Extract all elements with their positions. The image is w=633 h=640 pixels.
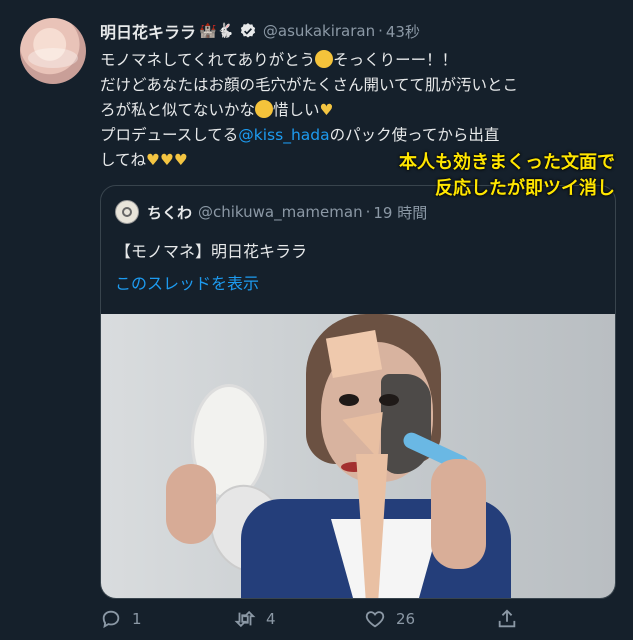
reply-count: 1 (132, 610, 142, 628)
text-segment: プロデュースしてる (100, 126, 239, 144)
separator-dot: · (378, 22, 383, 40)
quoted-photo[interactable] (101, 314, 615, 598)
tweet-line-1: モノマネしてくれてありがとう そっくりーー！！ (100, 48, 620, 73)
reply-icon (102, 610, 120, 629)
quoted-avatar (115, 200, 139, 224)
reply-button[interactable]: 1 (100, 608, 142, 630)
yellow-heart-emoji-icon: ♥ (319, 101, 334, 119)
quoted-time: 19 時間 (373, 203, 428, 222)
heart-icon (365, 611, 385, 628)
caption-line-2: 反応したが即ツイ消し (435, 178, 615, 199)
quoted-handle: @chikuwa_mameman (198, 203, 363, 221)
forehead-patch (325, 329, 383, 379)
verified-badge-icon (240, 23, 256, 38)
text-segment: そっくりーー！！ (333, 51, 458, 69)
face-shadow (381, 374, 431, 474)
text-segment: ろが私と似てないかな (100, 101, 256, 119)
share-button[interactable] (496, 608, 518, 630)
right-eye (379, 394, 399, 406)
right-hand (431, 459, 486, 569)
tweet-line-4: プロデュースしてる@kiss_hadaのパック使ってから出直 (100, 123, 620, 148)
text-segment: してね (100, 151, 147, 169)
tweet-header: 明日花キララ 🏰🐇 @asukakiraran · 43秒 (100, 18, 420, 44)
tweet[interactable]: 明日花キララ 🏰🐇 @asukakiraran · 43秒 モノマネしてくれてあ… (0, 0, 633, 640)
like-count: 26 (396, 610, 416, 628)
left-eye (339, 394, 359, 406)
action-bar: 1 4 26 (100, 606, 620, 636)
author-name[interactable]: 明日花キララ (100, 19, 196, 43)
show-thread-link[interactable]: このスレッドを表示 (115, 270, 259, 294)
retweet-count: 4 (266, 610, 276, 628)
quoted-text: 【モノマネ】明日花キララ (115, 242, 308, 261)
author-handle[interactable]: @asukakiraran (263, 22, 375, 40)
text-segment: のパック使ってから出直 (329, 126, 500, 144)
text-segment: モノマネしてくれてありがとう (100, 51, 316, 69)
quoted-tweet[interactable]: ちくわ @chikuwa_mameman · 19 時間 【モノマネ】明日花キラ… (100, 185, 616, 599)
quoted-name: ちくわ (147, 203, 193, 222)
left-hand (166, 464, 216, 544)
text-segment: 惜しい (273, 101, 320, 119)
separator-dot: · (365, 203, 371, 221)
mention-link[interactable]: @kiss_hada (238, 126, 329, 144)
like-button[interactable]: 26 (364, 608, 415, 630)
tweet-time[interactable]: 43秒 (386, 21, 420, 42)
quoted-header: ちくわ @chikuwa_mameman · 19 時間 (115, 200, 427, 224)
retweet-icon (234, 610, 256, 628)
share-icon (498, 609, 516, 628)
author-avatar[interactable] (20, 18, 86, 84)
retweet-button[interactable]: 4 (234, 608, 276, 630)
author-name-emoji: 🏰🐇 (199, 23, 234, 39)
caption-line-1: 本人も効きまくった文面で (399, 152, 615, 173)
yellow-hearts-emoji-icon: ♥♥♥ (146, 151, 188, 169)
tweet-line-2: だけどあなたはお顔の毛穴がたくさん開いてて肌が汚いとこ (100, 76, 519, 94)
caption-overlay: 本人も効きまくった文面で 反応したが即ツイ消し (315, 150, 615, 202)
tweet-line-3: ろが私と似てないかな 惜しい♥ (100, 98, 620, 123)
smirking-face-emoji-icon (255, 100, 274, 118)
smiling-face-emoji-icon (315, 50, 334, 68)
